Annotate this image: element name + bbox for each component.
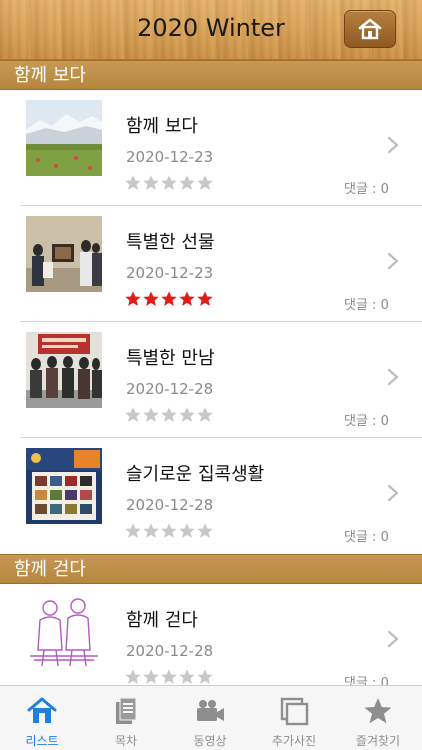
star-empty-icon bbox=[161, 523, 177, 538]
tab-list[interactable]: 리스트 bbox=[0, 686, 84, 750]
star-empty-icon bbox=[179, 523, 195, 538]
star-empty-icon bbox=[143, 669, 159, 684]
star-icon bbox=[364, 698, 392, 724]
item-date: 2020-12-23 bbox=[126, 148, 214, 166]
tab-contents[interactable]: 목차 bbox=[84, 686, 168, 750]
star-empty-icon bbox=[197, 669, 213, 684]
star-empty-icon bbox=[179, 407, 195, 422]
section-header: 함께 걷다 bbox=[0, 554, 422, 584]
tab-label: 즐겨찾기 bbox=[355, 734, 401, 748]
star-empty-icon bbox=[197, 523, 213, 538]
star-empty-icon bbox=[197, 407, 213, 422]
star-empty-icon bbox=[125, 407, 141, 422]
chevron-right-icon bbox=[387, 368, 399, 386]
home-icon bbox=[27, 697, 57, 723]
tab-video[interactable]: 동영상 bbox=[168, 686, 252, 750]
list-item[interactable]: 특별한 선물 2020-12-23 댓글 : 0 bbox=[0, 206, 422, 322]
star-empty-icon bbox=[197, 175, 213, 190]
comment-count: 댓글 : 0 bbox=[344, 182, 389, 197]
nav-header: 2020 Winter bbox=[0, 0, 422, 60]
chevron-right-icon bbox=[387, 484, 399, 502]
star-empty-icon bbox=[143, 175, 159, 190]
star-empty-icon bbox=[161, 175, 177, 190]
star-empty-icon bbox=[161, 669, 177, 684]
rating-stars bbox=[124, 174, 214, 194]
comment-count: 댓글 : 0 bbox=[344, 530, 389, 545]
chevron-right-icon bbox=[387, 630, 399, 648]
rating-stars bbox=[124, 406, 214, 426]
star-filled-icon bbox=[179, 291, 195, 306]
list-item[interactable]: 슬기로운 집콕생활 2020-12-28 댓글 : 0 bbox=[0, 438, 422, 554]
item-thumbnail bbox=[26, 100, 102, 176]
document-icon bbox=[116, 697, 137, 724]
item-date: 2020-12-28 bbox=[126, 380, 214, 398]
star-filled-icon bbox=[125, 291, 141, 306]
item-date: 2020-12-28 bbox=[126, 496, 214, 514]
star-filled-icon bbox=[143, 291, 159, 306]
list-item[interactable]: 함께 걷다 2020-12-28 댓글 : 0 bbox=[0, 584, 422, 685]
item-thumbnail bbox=[26, 448, 102, 524]
star-empty-icon bbox=[125, 175, 141, 190]
star-empty-icon bbox=[143, 523, 159, 538]
photos-icon bbox=[280, 697, 309, 726]
section-header: 함께 보다 bbox=[0, 60, 422, 90]
item-date: 2020-12-23 bbox=[126, 264, 214, 282]
item-title: 슬기로운 집콕생활 bbox=[126, 464, 265, 485]
comment-count: 댓글 : 0 bbox=[344, 676, 389, 685]
item-thumbnail bbox=[26, 594, 102, 670]
tab-label: 리스트 bbox=[25, 734, 59, 748]
star-filled-icon bbox=[161, 291, 177, 306]
rating-stars bbox=[124, 290, 214, 310]
star-empty-icon bbox=[179, 669, 195, 684]
item-thumbnail bbox=[26, 332, 102, 408]
item-thumbnail bbox=[26, 216, 102, 292]
chevron-right-icon bbox=[387, 136, 399, 154]
comment-count: 댓글 : 0 bbox=[344, 298, 389, 313]
star-empty-icon bbox=[125, 523, 141, 538]
tab-favorites[interactable]: 즐겨찾기 bbox=[336, 686, 420, 750]
star-filled-icon bbox=[197, 291, 213, 306]
list-item[interactable]: 함께 보다 2020-12-23 댓글 : 0 bbox=[0, 90, 422, 206]
tab-label: 추가사진 bbox=[271, 734, 317, 748]
tab-bar: 리스트 목차 동영상 추가사진 즐겨찾기 bbox=[0, 685, 422, 750]
rating-stars bbox=[124, 668, 214, 685]
rating-stars bbox=[124, 522, 214, 542]
tab-label: 동영상 bbox=[193, 734, 227, 748]
item-date: 2020-12-28 bbox=[126, 642, 214, 660]
item-title: 함께 보다 bbox=[126, 116, 198, 137]
star-empty-icon bbox=[143, 407, 159, 422]
video-camera-icon bbox=[197, 700, 224, 721]
item-title: 함께 걷다 bbox=[126, 610, 198, 631]
chevron-right-icon bbox=[387, 252, 399, 270]
comment-count: 댓글 : 0 bbox=[344, 414, 389, 429]
item-title: 특별한 만남 bbox=[126, 348, 215, 369]
star-empty-icon bbox=[125, 669, 141, 684]
item-title: 특별한 선물 bbox=[126, 232, 215, 253]
home-icon bbox=[358, 18, 382, 40]
star-empty-icon bbox=[161, 407, 177, 422]
list-item[interactable]: 특별한 만남 2020-12-28 댓글 : 0 bbox=[0, 322, 422, 438]
tab-photos[interactable]: 추가사진 bbox=[252, 686, 336, 750]
star-empty-icon bbox=[179, 175, 195, 190]
tab-label: 목차 bbox=[114, 734, 138, 748]
home-button[interactable] bbox=[344, 10, 396, 48]
